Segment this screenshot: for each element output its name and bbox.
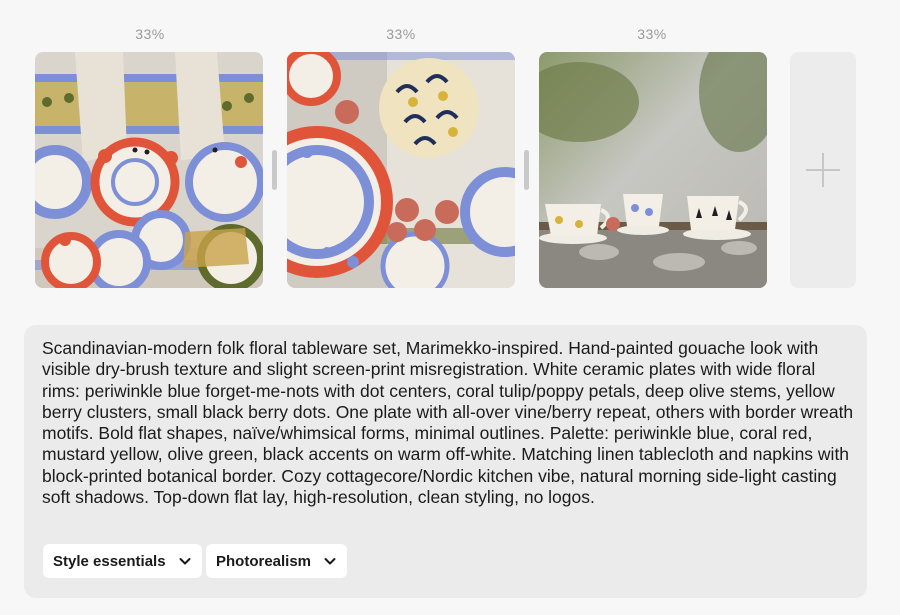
variation-3-percent: 33%: [637, 26, 667, 42]
variation-image-3[interactable]: [539, 52, 767, 288]
prompt-text[interactable]: Scandinavian-modern folk floral tablewar…: [42, 338, 854, 508]
add-variation-button[interactable]: [790, 52, 856, 288]
photorealism-label: Photorealism: [216, 552, 312, 570]
variation-1-percent: 33%: [135, 26, 165, 42]
resize-handle-1[interactable]: [272, 150, 277, 190]
style-essentials-label: Style essentials: [53, 552, 166, 570]
prompt-panel: Scandinavian-modern folk floral tablewar…: [24, 325, 867, 598]
photorealism-dropdown[interactable]: Photorealism: [206, 544, 348, 578]
variation-image-1[interactable]: [35, 52, 263, 288]
variation-image-2[interactable]: [287, 52, 515, 288]
variation-2-percent: 33%: [386, 26, 416, 42]
style-essentials-dropdown[interactable]: Style essentials: [43, 544, 202, 578]
resize-handle-2[interactable]: [524, 150, 529, 190]
chevron-down-icon: [324, 558, 336, 565]
chevron-down-icon: [179, 558, 191, 565]
